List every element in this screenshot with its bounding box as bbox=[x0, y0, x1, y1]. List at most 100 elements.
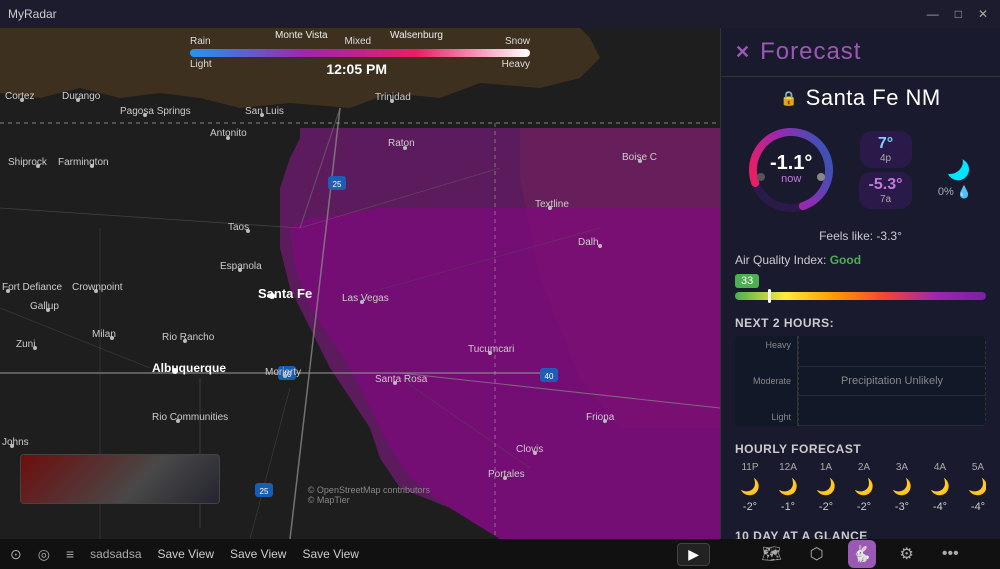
high-temp-time: 4p bbox=[880, 153, 891, 164]
username-label: sadsadsa bbox=[90, 547, 141, 561]
hour-icon-2: 🌙 bbox=[816, 477, 836, 497]
chart-line-1 bbox=[798, 366, 986, 367]
hour-label-5: 4A bbox=[934, 462, 946, 473]
hour-icon-1: 🌙 bbox=[778, 477, 798, 497]
low-temp-item: -5.3° 7a bbox=[859, 172, 913, 209]
record-button[interactable]: ⊙ bbox=[10, 546, 22, 563]
map-preview bbox=[20, 454, 220, 504]
svg-text:25: 25 bbox=[260, 487, 269, 496]
next-2-hours-title: NEXT 2 HOURS: bbox=[735, 316, 986, 330]
location-button[interactable]: ◎ bbox=[38, 546, 50, 563]
chart-moderate-label: Moderate bbox=[739, 376, 791, 386]
hour-item-1: 12A 🌙 -1° bbox=[773, 462, 803, 513]
menu-button[interactable]: ≡ bbox=[66, 546, 74, 562]
precip-unlikely-text: Precipitation Unlikely bbox=[841, 375, 943, 387]
settings-tool-icon[interactable]: ⚙ bbox=[896, 540, 918, 568]
ten-day-title: 10 DAY AT A GLANCE bbox=[735, 529, 986, 539]
save-view-button-3[interactable]: Save View bbox=[302, 547, 358, 561]
temperature-section: -1.1° now 7° 4p -5.3° 7a 0% 💧 bbox=[721, 119, 1000, 225]
svg-text:25: 25 bbox=[333, 180, 342, 189]
hour-item-0: 11P 🌙 -2° bbox=[735, 462, 765, 513]
rain-icon: 💧 bbox=[957, 185, 972, 199]
next-2-hours-section: NEXT 2 HOURS: Heavy Moderate Light Preci… bbox=[721, 308, 1000, 434]
chart-line-2 bbox=[798, 395, 986, 396]
forecast-panel: ✕ Forecast 🔒 Santa Fe NM bbox=[720, 28, 1000, 539]
chart-light-label: Light bbox=[739, 412, 791, 422]
hour-label-6: 5A bbox=[972, 462, 984, 473]
high-temp-item: 7° 4p bbox=[860, 131, 912, 168]
moon-precip-area: 0% 💧 bbox=[935, 141, 975, 199]
save-view-button-2[interactable]: Save View bbox=[230, 547, 286, 561]
side-temperatures: 7° 4p -5.3° 7a bbox=[859, 131, 913, 209]
high-temp-value: 7° bbox=[878, 135, 893, 153]
hour-item-6: 5A 🌙 -4° bbox=[963, 462, 986, 513]
temp-ring-container: -1.1° now bbox=[746, 125, 836, 215]
aqi-status: Good bbox=[830, 253, 861, 267]
moon-icon bbox=[935, 141, 975, 181]
time-display: 12:05 PM bbox=[326, 61, 387, 77]
map-toolbar: 🗺 ⬡ 🐇 ⚙ ••• bbox=[720, 539, 1000, 569]
air-quality-section: Air Quality Index: Good 33 bbox=[721, 247, 1000, 308]
hour-temp-2: -2° bbox=[819, 501, 833, 513]
city-name: Santa Fe NM bbox=[806, 85, 941, 111]
chart-heavy-label: Heavy bbox=[739, 340, 791, 350]
precipitation-percent: 0% bbox=[938, 186, 954, 198]
chart-vline-end bbox=[985, 336, 986, 426]
hour-icon-6: 🌙 bbox=[968, 477, 986, 497]
aqi-badge: 33 bbox=[735, 274, 759, 288]
map-tool-icon[interactable]: 🗺 bbox=[757, 540, 785, 568]
forecast-title: Forecast bbox=[760, 38, 861, 66]
hour-label-1: 12A bbox=[779, 462, 797, 473]
legend-snow: Snow bbox=[505, 36, 530, 47]
close-button[interactable]: ✕ bbox=[974, 7, 992, 21]
hour-item-4: 3A 🌙 -3° bbox=[887, 462, 917, 513]
hour-icon-3: 🌙 bbox=[854, 477, 874, 497]
hour-item-2: 1A 🌙 -2° bbox=[811, 462, 841, 513]
active-tool-icon[interactable]: 🐇 bbox=[848, 540, 876, 568]
minimize-button[interactable]: — bbox=[923, 7, 943, 21]
legend-bottom: Light 12:05 PM Heavy bbox=[190, 59, 530, 77]
hour-temp-4: -3° bbox=[895, 501, 909, 513]
hour-label-0: 11P bbox=[741, 462, 758, 473]
map-attribution: © OpenStreetMap contributors © MapTier bbox=[308, 485, 430, 505]
maximize-button[interactable]: □ bbox=[951, 7, 966, 21]
hour-label-4: 3A bbox=[896, 462, 908, 473]
hourly-scroll[interactable]: 11P 🌙 -2° 12A 🌙 -1° 1A 🌙 -2° 2A 🌙 -2° 3A… bbox=[735, 462, 986, 513]
close-forecast-button[interactable]: ✕ bbox=[735, 42, 750, 63]
more-tool-icon[interactable]: ••• bbox=[938, 541, 963, 567]
title-bar: MyRadar — □ ✕ bbox=[0, 0, 1000, 28]
hour-temp-5: -4° bbox=[933, 501, 947, 513]
low-temp-time: 7a bbox=[880, 194, 891, 205]
lock-icon: 🔒 bbox=[780, 90, 797, 107]
layers-tool-icon[interactable]: ⬡ bbox=[806, 540, 828, 568]
hour-temp-1: -1° bbox=[781, 501, 795, 513]
legend-bar: Rain Mixed Snow Light 12:05 PM Heavy bbox=[190, 36, 530, 77]
chart-area: Precipitation Unlikely bbox=[797, 336, 986, 426]
hour-temp-3: -2° bbox=[857, 501, 871, 513]
legend-gradient bbox=[190, 49, 530, 57]
hour-label-3: 2A bbox=[858, 462, 870, 473]
hour-label-2: 1A bbox=[820, 462, 832, 473]
forecast-header: ✕ Forecast bbox=[721, 28, 1000, 77]
app-title: MyRadar bbox=[8, 7, 57, 21]
aqi-bar bbox=[735, 292, 986, 300]
hourly-forecast-title: HOURLY FORECAST bbox=[735, 442, 986, 456]
current-temperature: -1.1° now bbox=[770, 152, 812, 185]
hour-item-5: 4A 🌙 -4° bbox=[925, 462, 955, 513]
play-button[interactable]: ▶ bbox=[677, 543, 710, 566]
hour-item-3: 2A 🌙 -2° bbox=[849, 462, 879, 513]
map-area[interactable]: 25 40 40 25 bbox=[0, 28, 720, 539]
svg-text:40: 40 bbox=[545, 372, 554, 381]
hour-temp-0: -2° bbox=[743, 501, 757, 513]
hour-icon-5: 🌙 bbox=[930, 477, 950, 497]
save-view-button-1[interactable]: Save View bbox=[158, 547, 214, 561]
city-section: 🔒 Santa Fe NM bbox=[721, 77, 1000, 119]
chart-vline-start bbox=[798, 336, 799, 426]
legend-labels: Rain Mixed Snow bbox=[190, 36, 530, 47]
low-temp-value: -5.3° bbox=[869, 176, 903, 194]
hour-icon-4: 🌙 bbox=[892, 477, 912, 497]
aqi-marker bbox=[768, 289, 771, 303]
window-controls[interactable]: — □ ✕ bbox=[923, 7, 992, 21]
precipitation-chart: Heavy Moderate Light Precipitation Unlik… bbox=[735, 336, 986, 426]
chart-y-labels: Heavy Moderate Light bbox=[735, 336, 795, 426]
